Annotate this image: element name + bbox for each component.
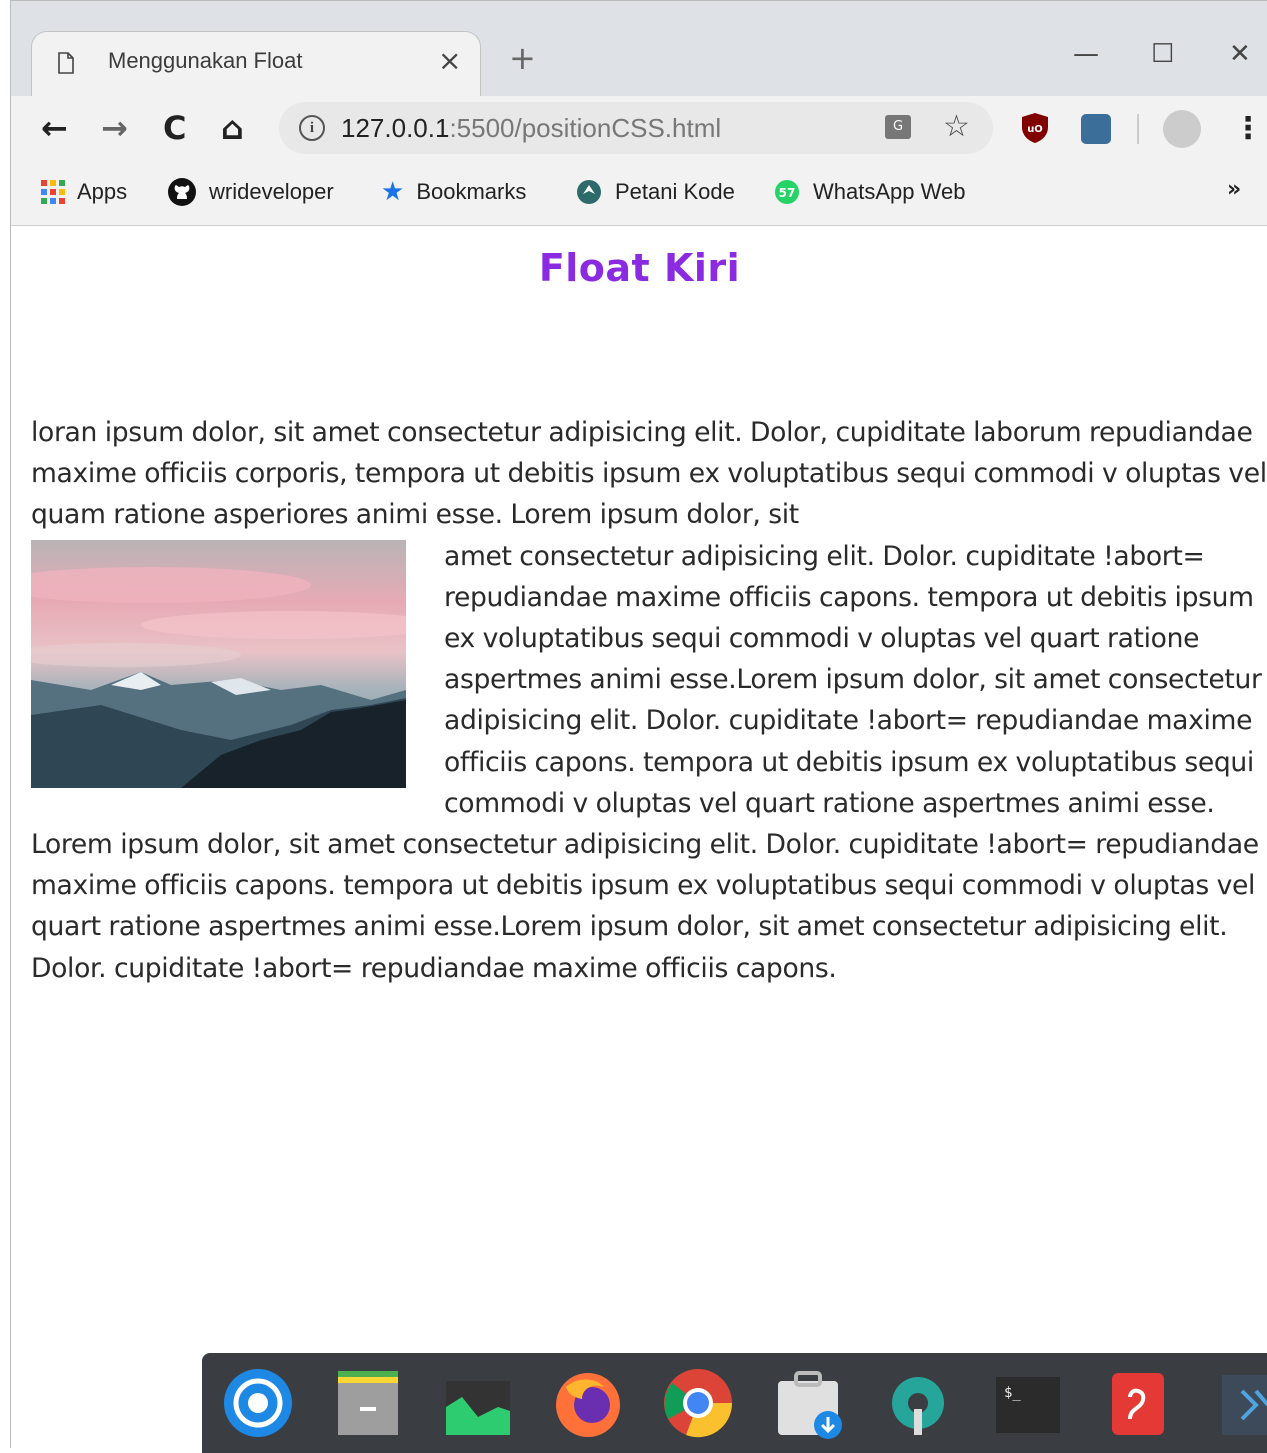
info-icon[interactable]: i xyxy=(299,115,325,141)
bookmark-wrideveloper[interactable]: wrideveloper xyxy=(167,175,334,209)
whatsapp-badge: 57 xyxy=(779,186,796,200)
more-bookmarks-button[interactable]: » xyxy=(1227,177,1241,202)
chrome-icon[interactable] xyxy=(662,1367,734,1439)
url-host: 127.0.0.1 xyxy=(341,113,450,143)
vscode-icon[interactable] xyxy=(1212,1367,1267,1439)
page-heading: Float Kiri xyxy=(538,246,741,290)
tab-menggunakan-float[interactable]: Menggunakan Float × xyxy=(31,31,481,97)
apps-grid-icon xyxy=(41,180,65,204)
body-paragraph: loran ipsum dolor, sit amet consectetur … xyxy=(31,412,1267,989)
star-icon: ★ xyxy=(381,177,405,207)
app-store-icon[interactable] xyxy=(772,1367,844,1439)
page-content: Float Kiri loran ipsum dolor, sit amet c… xyxy=(11,226,1267,1448)
whatsapp-icon: 57 xyxy=(775,180,799,204)
bookmark-label: Petani Kode xyxy=(615,179,735,204)
profile-avatar-icon[interactable] xyxy=(1163,110,1201,148)
file-manager-icon[interactable] xyxy=(332,1367,404,1439)
back-button[interactable]: ← xyxy=(41,108,68,148)
mountain-image xyxy=(31,539,406,788)
close-tab-icon[interactable]: × xyxy=(438,46,461,76)
bookmark-label: Apps xyxy=(77,179,128,204)
toolbar-separator xyxy=(1137,114,1139,144)
github-icon xyxy=(168,178,196,206)
bookmark-apps[interactable]: Apps xyxy=(41,175,127,209)
svg-text:uO: uO xyxy=(1027,124,1043,135)
extension-icon[interactable] xyxy=(1081,114,1111,144)
system-monitor-icon[interactable] xyxy=(442,1367,514,1439)
bookmarks-bar: Apps wrideveloper ★ Bookmarks Petani Kod… xyxy=(11,161,1267,226)
reload-button[interactable]: C xyxy=(163,108,186,148)
ublock-origin-icon[interactable]: uO xyxy=(1021,112,1049,144)
bookmark-petani-kode[interactable]: Petani Kode xyxy=(575,175,735,209)
tab-strip: Menggunakan Float × + — ☐ ✕ xyxy=(11,1,1267,97)
minimize-button[interactable]: — xyxy=(1073,39,1099,69)
bookmark-label: wrideveloper xyxy=(209,179,334,204)
bookmark-whatsapp-web[interactable]: 57 WhatsApp Web xyxy=(773,175,965,209)
terminal-icon[interactable]: $_ xyxy=(992,1367,1064,1439)
petanikode-icon xyxy=(577,180,601,204)
toolbar: ← → C ⌂ i 127.0.0.1:5500/positionCSS.htm… xyxy=(11,96,1267,161)
bookmark-bookmarks[interactable]: ★ Bookmarks xyxy=(381,175,526,209)
url-text[interactable]: 127.0.0.1:5500/positionCSS.html xyxy=(341,113,721,144)
close-window-button[interactable]: ✕ xyxy=(1229,39,1251,69)
bookmark-label: Bookmarks xyxy=(416,179,527,204)
address-bar[interactable]: i 127.0.0.1:5500/positionCSS.html G ☆ xyxy=(279,102,993,154)
forward-button[interactable]: → xyxy=(101,108,128,148)
deepin-launcher-icon[interactable] xyxy=(222,1367,294,1439)
taskbar-dock: $_ xyxy=(202,1353,1267,1453)
bookmark-star-icon[interactable]: ☆ xyxy=(943,108,970,146)
page-icon xyxy=(58,52,74,74)
tab-title: Menggunakan Float xyxy=(108,48,303,73)
url-path: :5500/positionCSS.html xyxy=(449,113,722,143)
new-tab-button[interactable]: + xyxy=(509,41,536,75)
browser-window: Menggunakan Float × + — ☐ ✕ ← → C ⌂ i 12… xyxy=(10,0,1267,1448)
translate-icon[interactable]: G xyxy=(885,115,911,139)
wps-pdf-icon[interactable] xyxy=(1102,1367,1174,1439)
home-button[interactable]: ⌂ xyxy=(221,108,244,148)
firefox-icon[interactable] xyxy=(552,1367,624,1439)
maximize-button[interactable]: ☐ xyxy=(1151,39,1174,69)
menu-icon[interactable]: ⋮ xyxy=(1233,110,1263,148)
paragraph-text-before: loran ipsum dolor, sit amet consectetur … xyxy=(31,417,1267,531)
terminal-label: $_ xyxy=(1004,1385,1021,1401)
bookmark-label: WhatsApp Web xyxy=(813,179,966,204)
settings-icon[interactable] xyxy=(882,1367,954,1439)
